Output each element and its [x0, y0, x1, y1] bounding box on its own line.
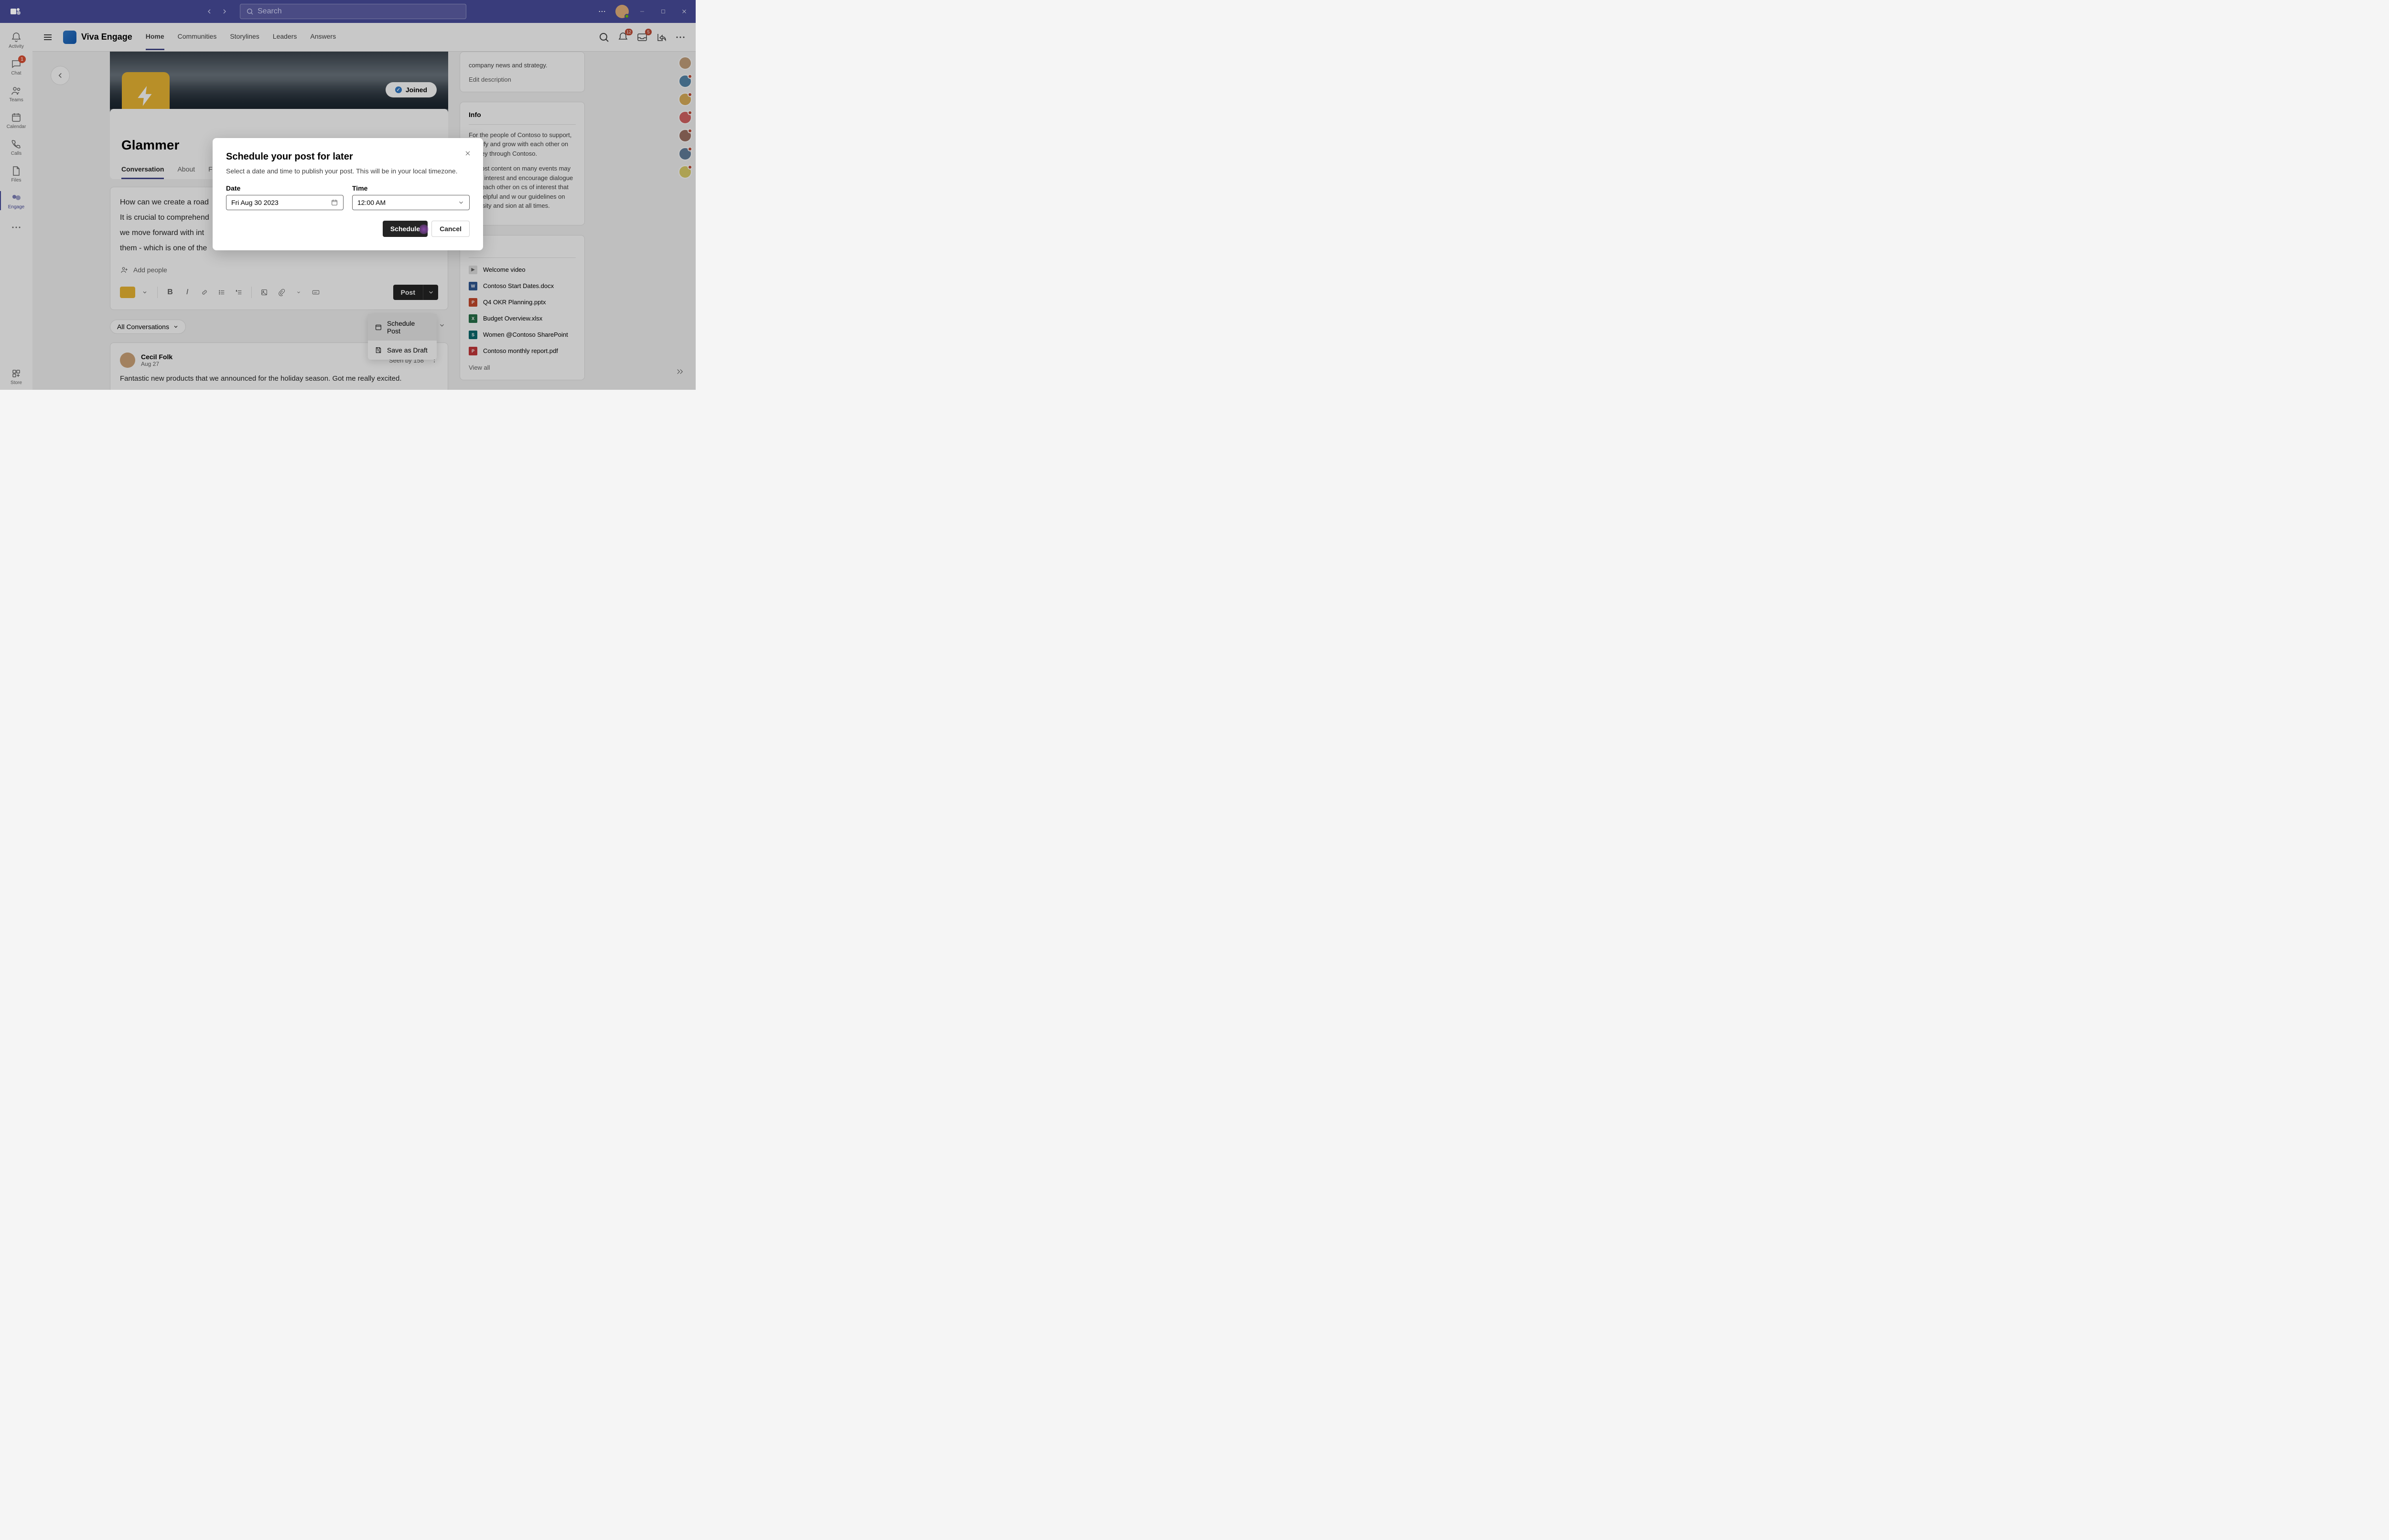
- modal-close-button[interactable]: [464, 150, 472, 160]
- time-label: Time: [352, 184, 470, 192]
- chevron-down-icon: [458, 199, 464, 206]
- date-label: Date: [226, 184, 344, 192]
- modal-description: Select a date and time to publish your p…: [226, 167, 470, 175]
- cursor-indicator: [419, 225, 429, 234]
- modal-title: Schedule your post for later: [226, 151, 470, 162]
- schedule-post-modal: Schedule your post for later Select a da…: [213, 138, 483, 250]
- time-input[interactable]: 12:00 AM: [352, 195, 470, 210]
- calendar-icon: [331, 199, 338, 206]
- date-input[interactable]: Fri Aug 30 2023: [226, 195, 344, 210]
- cancel-button[interactable]: Cancel: [431, 221, 470, 237]
- schedule-button[interactable]: Schedule: [383, 221, 428, 237]
